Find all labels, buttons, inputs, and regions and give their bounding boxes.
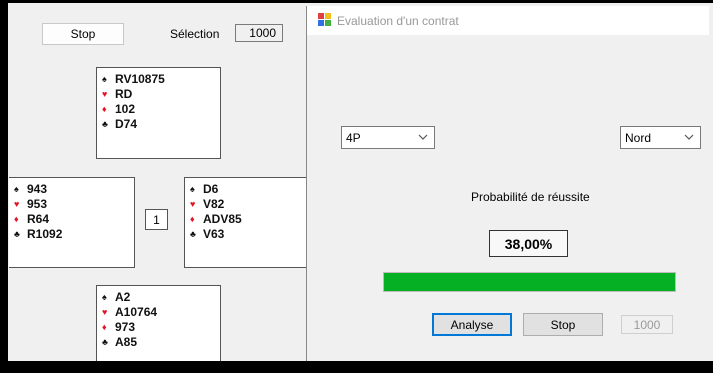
probability-value: 38,00% [489, 230, 568, 257]
hand-cards: D74 [115, 116, 138, 131]
hand-row-diamond: ♦ 102 [102, 101, 220, 116]
hand-row-spade: ♠ D6 [190, 181, 308, 196]
diamond-icon: ♦ [102, 321, 107, 332]
declarer-select-value: Nord [625, 130, 652, 145]
progress-bar [383, 272, 676, 292]
hand-row-spade: ♠ 943 [14, 181, 134, 196]
declarer-select[interactable]: Nord [620, 126, 701, 149]
club-icon: ♣ [14, 228, 20, 239]
hand-row-diamond: ♦ ADV85 [190, 211, 308, 226]
hand-row-club: ♣ R1092 [14, 226, 134, 241]
club-icon: ♣ [102, 336, 108, 347]
hand-row-heart: ♥ V82 [190, 196, 308, 211]
heart-icon: ♥ [102, 88, 108, 99]
hand-row-diamond: ♦ 973 [102, 319, 220, 334]
dialog-stop-button[interactable]: Stop [523, 313, 603, 336]
hand-row-club: ♣ D74 [102, 116, 220, 131]
hand-row-spade: ♠ A2 [102, 289, 220, 304]
selection-field[interactable]: 1000 [235, 24, 283, 42]
app-icon [318, 13, 331, 26]
hand-west: ♠ 943 ♥ 953 ♦ R64 ♣ R1092 [9, 177, 135, 268]
hand-row-heart: ♥ 953 [14, 196, 134, 211]
hand-north: ♠ RV10875 ♥ RD ♦ 102 ♣ D74 [96, 67, 221, 159]
hand-row-club: ♣ V63 [190, 226, 308, 241]
hand-row-heart: ♥ A10764 [102, 304, 220, 319]
dialog-title: Evaluation d'un contrat [337, 14, 459, 28]
hand-cards: ADV85 [203, 211, 242, 226]
count-field: 1000 [621, 315, 673, 334]
diamond-icon: ♦ [14, 213, 19, 224]
chevron-down-icon [684, 134, 694, 140]
hand-row-diamond: ♦ R64 [14, 211, 134, 226]
frame-left [0, 0, 8, 373]
hand-cards: 953 [27, 196, 48, 211]
hand-cards: RD [115, 86, 133, 101]
chevron-down-icon [418, 134, 428, 140]
frame-top [0, 0, 713, 3]
hand-cards: D6 [203, 181, 219, 196]
heart-icon: ♥ [190, 198, 196, 209]
hand-cards: 943 [27, 181, 48, 196]
probability-label: Probabilité de réussite [471, 190, 590, 204]
hand-cards: A10764 [115, 304, 158, 319]
hand-cards: RV10875 [115, 71, 165, 86]
stop-button[interactable]: Stop [42, 23, 124, 45]
hand-cards: R1092 [27, 226, 63, 241]
club-icon: ♣ [190, 228, 196, 239]
counter-field[interactable]: 1 [145, 209, 168, 230]
hand-cards: V82 [203, 196, 225, 211]
hand-cards: A85 [115, 334, 138, 349]
hand-cards: 973 [115, 319, 136, 334]
heart-icon: ♥ [14, 198, 20, 209]
hand-cards: 102 [115, 101, 136, 116]
diamond-icon: ♦ [102, 103, 107, 114]
hand-cards: V63 [203, 226, 225, 241]
spade-icon: ♠ [190, 183, 195, 194]
hand-row-heart: ♥ RD [102, 86, 220, 101]
evaluation-dialog: Evaluation d'un contrat 4P Nord Probabil… [306, 6, 709, 362]
progress-fill [384, 273, 675, 291]
hand-cards: R64 [27, 211, 50, 226]
spade-icon: ♠ [14, 183, 19, 194]
spade-icon: ♠ [102, 73, 107, 84]
frame-bottom [0, 361, 713, 373]
heart-icon: ♥ [102, 306, 108, 317]
spade-icon: ♠ [102, 291, 107, 302]
diamond-icon: ♦ [190, 213, 195, 224]
club-icon: ♣ [102, 118, 108, 129]
hand-cards: A2 [115, 289, 131, 304]
hand-row-club: ♣ A85 [102, 334, 220, 349]
hand-row-spade: ♠ RV10875 [102, 71, 220, 86]
contract-select[interactable]: 4P [341, 126, 435, 149]
contract-select-value: 4P [346, 130, 361, 145]
dialog-titlebar[interactable]: Evaluation d'un contrat [307, 6, 709, 35]
analyse-button[interactable]: Analyse [432, 313, 512, 336]
selection-label: Sélection [170, 27, 220, 41]
hand-south: ♠ A2 ♥ A10764 ♦ 973 ♣ A85 [96, 285, 221, 361]
hand-east: ♠ D6 ♥ V82 ♦ ADV85 ♣ V63 [184, 177, 308, 268]
